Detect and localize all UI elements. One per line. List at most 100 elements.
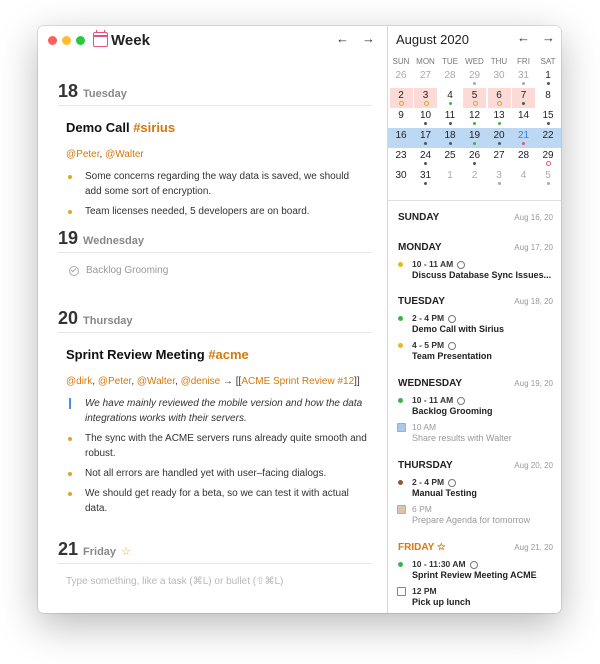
date-cell[interactable]: 4 — [512, 168, 535, 188]
date-cell[interactable]: 18 — [439, 128, 462, 148]
date-cell[interactable]: 26 — [390, 68, 413, 88]
next-month-button[interactable]: → — [542, 30, 555, 45]
bullet-item[interactable]: Not all errors are handled yet with user… — [68, 466, 368, 481]
date-cell[interactable]: 9 — [390, 108, 413, 128]
prev-week-button[interactable]: ← — [336, 31, 349, 46]
event-time: 2 - 4 PM — [412, 313, 445, 323]
week-row-selected[interactable]: 16 17 18 19 20 21 22 — [388, 128, 561, 148]
task-checkbox[interactable] — [397, 423, 406, 432]
date-cell[interactable]: 29 — [537, 148, 560, 168]
mention[interactable]: @Walter — [137, 376, 175, 387]
date-cell[interactable]: 31 — [512, 68, 535, 88]
date-cell[interactable]: 7 — [512, 88, 535, 108]
agenda-task[interactable]: 6 PM Prepare Agenda for tomorrow — [397, 504, 553, 525]
week-row[interactable]: 26 27 28 29 30 31 1 — [388, 68, 561, 88]
agenda-event[interactable]: 4 - 5 PM Team Presentation — [398, 340, 553, 361]
date-cell[interactable]: 31 — [414, 168, 437, 188]
date-cell[interactable]: 5 — [537, 168, 560, 188]
date-cell[interactable]: 16 — [390, 128, 413, 148]
date-number: 30 — [395, 170, 407, 181]
mention[interactable]: @Peter — [66, 149, 100, 160]
day-name: Tuesday — [83, 88, 127, 100]
event-dot — [448, 122, 452, 125]
agenda-event[interactable]: 10 - 11:30 AM Sprint Review Meeting ACME — [398, 559, 553, 580]
agenda-event[interactable]: 10 - 11 AM Backlog Grooming — [398, 395, 553, 416]
date-cell[interactable]: 22 — [537, 128, 560, 148]
date-cell[interactable]: 1 — [439, 168, 462, 188]
bullet-item[interactable]: Some concerns regarding the way data is … — [68, 169, 368, 199]
date-cell[interactable]: 13 — [488, 108, 511, 128]
date-cell[interactable]: 5 — [463, 88, 486, 108]
date-cell[interactable]: 27 — [414, 68, 437, 88]
bullet-item[interactable]: Team licenses needed, 5 developers are o… — [68, 204, 368, 219]
note-title[interactable]: Demo Call #sirius — [66, 120, 372, 135]
date-cell[interactable]: 2 — [389, 88, 413, 108]
date-cell[interactable]: 25 — [439, 148, 462, 168]
date-cell[interactable]: 28 — [512, 148, 535, 168]
note-input-placeholder[interactable]: Type something, like a task (⌘L) or bull… — [66, 576, 372, 587]
prev-month-button[interactable]: ← — [517, 30, 530, 45]
date-cell[interactable]: 1 — [537, 68, 560, 88]
date-cell[interactable]: 4 — [439, 88, 462, 108]
date-cell[interactable]: 30 — [390, 168, 413, 188]
quote-block[interactable]: We have mainly reviewed the mobile versi… — [69, 396, 368, 426]
date-cell[interactable]: 3 — [488, 168, 511, 188]
task-checkbox[interactable] — [397, 587, 406, 596]
link-close: ]] — [354, 376, 360, 387]
mention[interactable]: @Peter — [98, 376, 132, 387]
event-color-dot — [398, 343, 403, 348]
mention[interactable]: @dirk — [66, 376, 92, 387]
agenda-event[interactable]: 10 - 11 AM Discuss Database Sync Issues.… — [398, 259, 553, 280]
task-checkbox[interactable] — [397, 505, 406, 514]
zoom-button[interactable] — [76, 36, 85, 45]
week-row[interactable]: 2 3 4 5 6 7 8 — [388, 88, 561, 108]
agenda-event[interactable]: 2 - 4 PM Manual Testing — [398, 477, 553, 498]
date-cell[interactable]: 24 — [414, 148, 437, 168]
date-cell[interactable]: 17 — [414, 128, 437, 148]
agenda-task[interactable]: 12 PM Pick up lunch — [397, 586, 553, 607]
mentions-line: @Peter, @Walter — [66, 149, 372, 160]
date-number: 1 — [545, 70, 551, 81]
note-tag[interactable]: #acme — [208, 347, 248, 362]
close-button[interactable] — [48, 36, 57, 45]
date-cell[interactable]: 11 — [439, 108, 462, 128]
note-tag[interactable]: #sirius — [133, 120, 175, 135]
note-title[interactable]: Sprint Review Meeting #acme — [66, 347, 372, 362]
event-title: Manual Testing — [412, 488, 477, 498]
bullet-item[interactable]: We should get ready for a beta, so we ca… — [68, 486, 368, 516]
task-item[interactable]: Backlog Grooming — [69, 265, 372, 276]
date-cell[interactable]: 3 — [414, 88, 437, 108]
date-cell[interactable]: 20 — [488, 128, 511, 148]
date-cell[interactable]: 2 — [463, 168, 486, 188]
date-cell[interactable]: 29 — [463, 68, 486, 88]
date-cell[interactable]: 10 — [414, 108, 437, 128]
star-icon[interactable]: ☆ — [121, 545, 131, 558]
date-cell[interactable]: 8 — [537, 88, 560, 108]
date-number: 28 — [444, 70, 456, 81]
agenda-task[interactable]: 10 AM Share results with Walter — [397, 422, 553, 443]
bullet-item[interactable]: The sync with the ACME servers runs alre… — [68, 431, 368, 461]
next-week-button[interactable]: → — [362, 31, 375, 46]
mention[interactable]: @denise — [181, 376, 221, 387]
date-cell[interactable]: 27 — [488, 148, 511, 168]
date-cell-today[interactable]: 21 — [512, 128, 535, 148]
wiki-link[interactable]: ACME Sprint Review #12 — [241, 376, 354, 387]
date-cell[interactable]: 15 — [537, 108, 560, 128]
day-number: 18 — [58, 81, 79, 101]
date-cell[interactable]: 30 — [488, 68, 511, 88]
agenda-event[interactable]: 2 - 4 PM Demo Call with Sirius — [398, 313, 553, 334]
date-cell[interactable]: 28 — [439, 68, 462, 88]
date-cell[interactable]: 26 — [463, 148, 486, 168]
mention[interactable]: @Walter — [105, 149, 144, 160]
date-number: 26 — [468, 150, 481, 161]
date-cell[interactable]: 6 — [487, 88, 511, 108]
date-cell[interactable]: 14 — [512, 108, 535, 128]
date-cell[interactable]: 12 — [463, 108, 486, 128]
minimize-button[interactable] — [62, 36, 71, 45]
checkmark-circle-icon[interactable] — [69, 265, 79, 276]
date-cell[interactable]: 23 — [390, 148, 413, 168]
date-cell[interactable]: 19 — [463, 128, 486, 148]
week-row[interactable]: 23 24 25 26 27 28 29 — [388, 148, 561, 168]
week-row[interactable]: 9 10 11 12 13 14 15 — [388, 108, 561, 128]
week-row[interactable]: 30 31 1 2 3 4 5 — [388, 168, 561, 188]
